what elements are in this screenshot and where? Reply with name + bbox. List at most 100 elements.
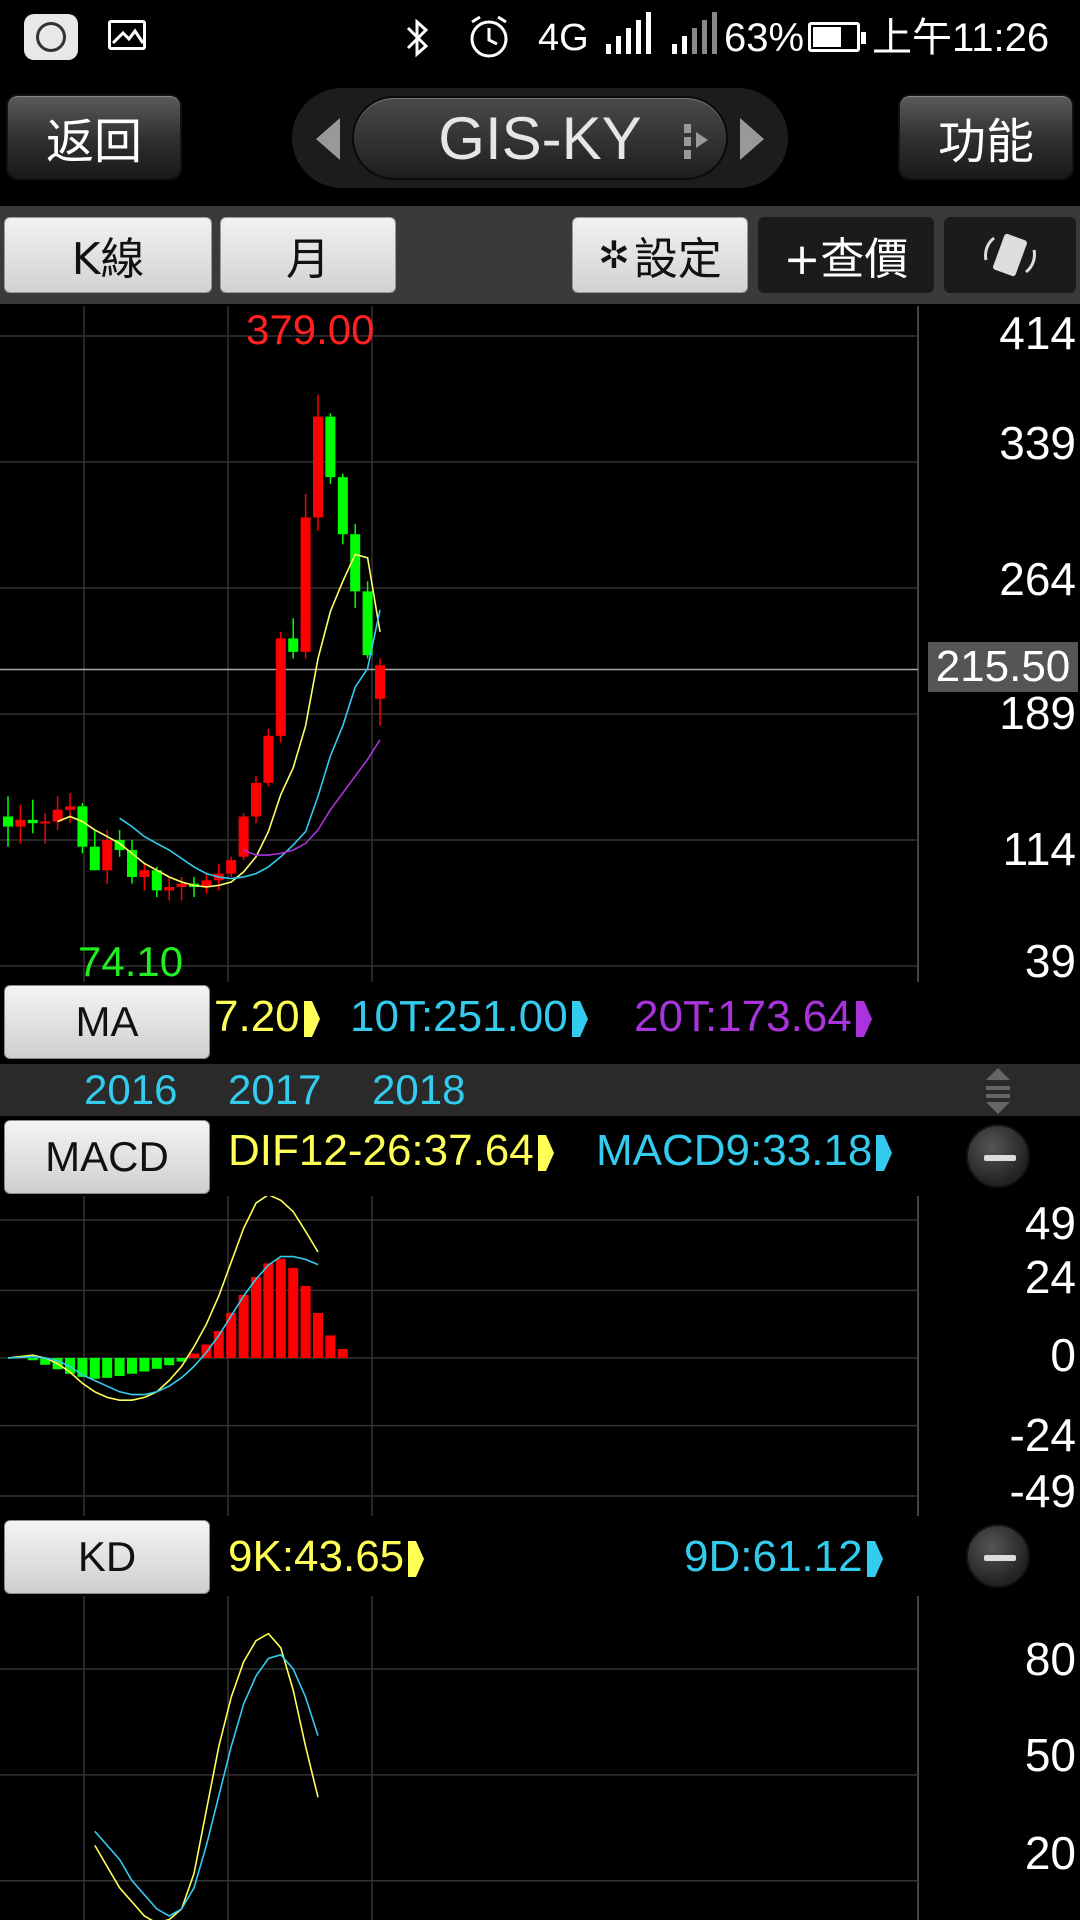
osc-bar: [275, 1258, 286, 1358]
toolbar: K線 月 ✲ 設定 +查價: [0, 206, 1080, 304]
candle: [164, 887, 175, 891]
ma-line: [57, 553, 381, 888]
candle: [337, 477, 348, 535]
add-quote-button[interactable]: +查價: [758, 217, 934, 293]
settings-button[interactable]: ✲ 設定: [572, 217, 748, 293]
up-arrow-icon: [866, 1541, 883, 1578]
osc-bar: [139, 1358, 150, 1372]
period-button[interactable]: 月: [220, 217, 396, 293]
y-tick-label: 0: [1050, 1329, 1076, 1381]
candle: [362, 591, 373, 656]
d-line: [94, 1653, 319, 1917]
osc-bar: [102, 1358, 113, 1378]
price-chart: [0, 306, 1080, 982]
candle: [325, 416, 336, 478]
y-tick-label: 50: [1024, 1729, 1076, 1781]
rotate-screen-button[interactable]: [944, 217, 1076, 293]
stock-list-icon: [684, 124, 708, 159]
macd9-value: MACD9:33.18: [596, 1126, 893, 1176]
osc-bar: [263, 1263, 274, 1358]
year-label: 2017: [228, 1066, 322, 1113]
signal-sim1-icon: [606, 12, 651, 54]
y-tick-label: -24: [1009, 1409, 1076, 1461]
macd-bar: MACD DIF12-26:37.64 MACD9:33.18: [0, 1116, 1080, 1196]
ma5-value: 7.20: [214, 992, 320, 1042]
kd-chart-panel: 80 50 20: [0, 1596, 1080, 1920]
ma-line: [119, 609, 381, 880]
prev-stock-icon[interactable]: [310, 114, 346, 164]
ma20-value: 20T:173.64: [634, 992, 872, 1042]
stock-selector: GIS-KY: [292, 88, 788, 188]
candle: [300, 517, 311, 652]
osc-bar: [313, 1312, 323, 1358]
signal-sim2-icon: [672, 12, 717, 54]
y-tick-label: -49: [1009, 1465, 1076, 1517]
y-tick-label: 20: [1024, 1827, 1076, 1879]
gallery-icon: [108, 20, 146, 50]
settings-label: 設定: [633, 234, 722, 285]
remove-macd-button[interactable]: [966, 1124, 1030, 1188]
osc-bar: [164, 1358, 175, 1366]
clock: 上午11:26: [872, 16, 1050, 60]
current-price-label: 215.50: [928, 642, 1078, 692]
kd-bar: KD 9K:43.65 9D:61.12: [0, 1516, 1080, 1596]
candle: [375, 665, 385, 699]
resize-handle-icon[interactable]: [978, 1066, 1018, 1116]
candle: [102, 840, 113, 871]
macd-chart: [0, 1196, 1080, 1516]
macd-chart-panel: 49 24 0 -24 -49: [0, 1196, 1080, 1517]
y-tick-label: 49: [1024, 1197, 1076, 1249]
osc-bar: [251, 1276, 261, 1358]
year-label: 2018: [372, 1066, 466, 1113]
chart-type-button[interactable]: K線: [4, 217, 212, 293]
candle: [3, 816, 13, 827]
candle: [65, 806, 75, 810]
kd-button[interactable]: KD: [4, 1520, 210, 1594]
candle: [151, 870, 162, 891]
candle: [263, 735, 274, 783]
back-button[interactable]: 返回: [6, 94, 182, 180]
mi-icon: [24, 14, 78, 60]
rotate-screen-icon: [984, 233, 1036, 277]
down-arrow-icon: [408, 1541, 425, 1578]
y-tick-label: 414: [999, 307, 1076, 359]
battery-percent: 63%: [724, 16, 805, 60]
osc-bar: [337, 1348, 348, 1358]
osc-bar: [89, 1358, 100, 1379]
remove-kd-button[interactable]: [966, 1524, 1030, 1588]
osc-bar: [114, 1358, 125, 1377]
y-tick-label: 80: [1024, 1633, 1076, 1685]
candle: [40, 821, 51, 824]
down-arrow-icon: [303, 1001, 320, 1038]
function-button[interactable]: 功能: [898, 94, 1074, 180]
ma10-value: 10T:251.00: [350, 992, 588, 1042]
ma-button[interactable]: MA: [4, 985, 210, 1059]
low-price-label: 74.10: [78, 938, 184, 985]
candle: [176, 883, 187, 888]
time-axis: 2016 2017 2018: [0, 1064, 1080, 1116]
down-arrow-icon: [537, 1135, 554, 1172]
candle: [251, 782, 261, 817]
bluetooth-icon: [406, 18, 429, 58]
battery-icon: [808, 22, 866, 52]
price-chart-panel: 414 339 264 189 114 39 215.50 379.00 74.…: [0, 306, 1080, 987]
candle: [313, 416, 323, 518]
osc-bar: [238, 1294, 249, 1358]
candle: [89, 846, 100, 871]
macd-button[interactable]: MACD: [4, 1120, 210, 1194]
year-label: 2016: [84, 1066, 178, 1113]
gear-icon: ✲: [598, 233, 630, 277]
header: 返回 GIS-KY 功能: [0, 76, 1080, 200]
candle: [288, 638, 299, 652]
osc-bar: [288, 1267, 299, 1358]
ma-bar: MA 7.20 10T:251.00 20T:173.64: [0, 982, 1080, 1062]
up-arrow-icon: [876, 1135, 893, 1172]
candle: [15, 819, 26, 827]
next-stock-icon[interactable]: [734, 114, 770, 164]
y-tick-label: 264: [999, 553, 1076, 605]
up-arrow-icon: [855, 1001, 872, 1038]
candle: [77, 806, 88, 847]
status-bar: 4G 63% 上午11:26: [0, 0, 1080, 76]
up-arrow-icon: [571, 1001, 588, 1038]
stock-name[interactable]: GIS-KY: [352, 96, 728, 180]
